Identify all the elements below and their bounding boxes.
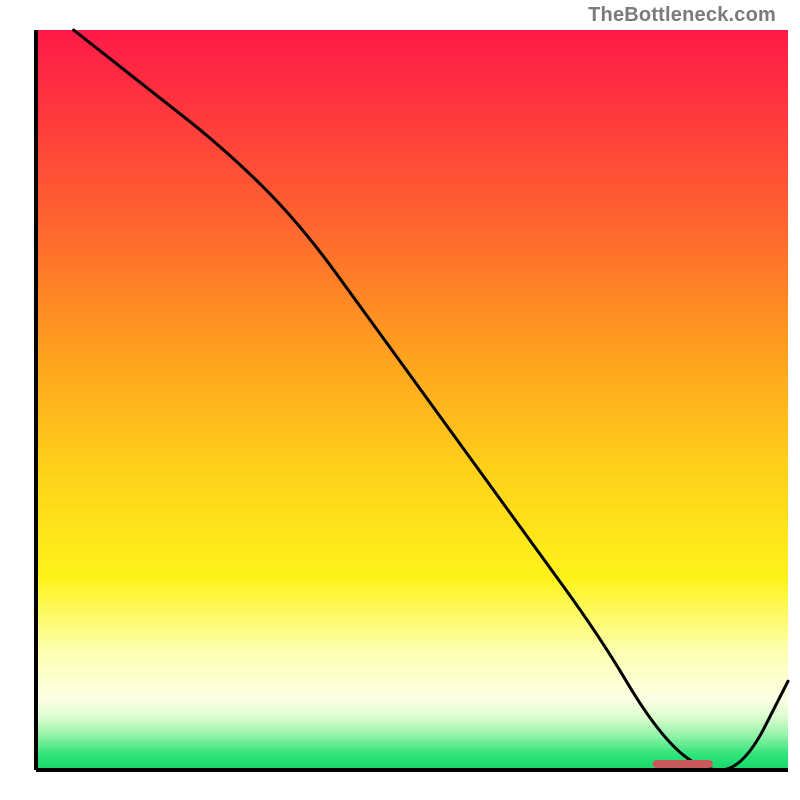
- chart-container: TheBottleneck.com: [0, 0, 800, 800]
- optimum-marker: [653, 760, 713, 768]
- bottleneck-chart: [0, 0, 800, 800]
- gradient-background: [36, 30, 788, 770]
- watermark-label: TheBottleneck.com: [588, 4, 776, 27]
